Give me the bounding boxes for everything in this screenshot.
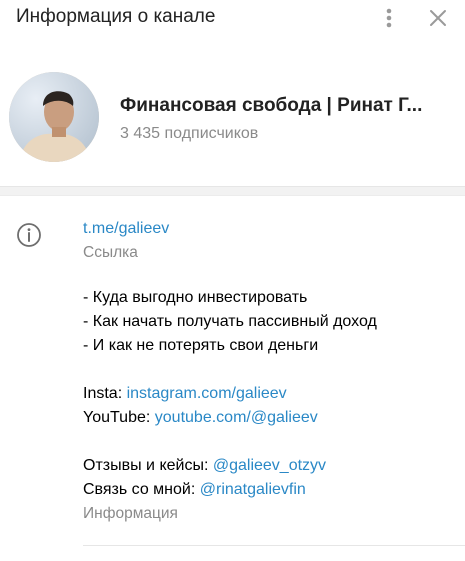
contact-row: Связь со мной: @rinatgalievfin <box>83 478 463 502</box>
instagram-row: Insta: instagram.com/galieev <box>83 382 463 406</box>
youtube-label: YouTube: <box>83 409 151 426</box>
reviews-row: Отзывы и кейсы: @galieev_otzyv <box>83 454 463 478</box>
more-vertical-icon <box>386 8 392 28</box>
channel-link[interactable]: t.me/galieev <box>83 217 463 241</box>
close-icon <box>430 10 446 26</box>
channel-info-section: t.me/galieev Ссылка - Куда выгодно инвес… <box>0 196 465 561</box>
info-caption: Информация <box>83 505 178 522</box>
subscriber-count: 3 435 подписчиков <box>120 125 259 142</box>
contact-label: Связь со мной: <box>83 481 196 498</box>
info-icon <box>17 223 41 247</box>
more-options-button[interactable] <box>375 4 403 32</box>
link-caption: Ссылка <box>83 244 138 261</box>
channel-profile: Финансовая свобода | Ринат Г... 3 435 по… <box>0 68 465 168</box>
channel-description: - Куда выгодно инвестировать - Как начат… <box>83 286 463 526</box>
bottom-divider <box>83 545 465 546</box>
avatar-photo <box>9 72 99 162</box>
reviews-label: Отзывы и кейсы: <box>83 457 209 474</box>
youtube-row: YouTube: youtube.com/@galieev <box>83 406 463 430</box>
description-line: - Куда выгодно инвестировать <box>83 289 308 306</box>
dialog-header: Информация о канале <box>0 0 465 40</box>
instagram-label: Insta: <box>83 385 123 402</box>
instagram-link[interactable]: instagram.com/galieev <box>127 385 287 402</box>
dialog-title: Информация о канале <box>16 6 216 27</box>
channel-avatar[interactable] <box>9 72 99 162</box>
channel-name: Финансовая свобода | Ринат Г... <box>120 95 423 116</box>
youtube-link[interactable]: youtube.com/@galieev <box>155 409 318 426</box>
reviews-link[interactable]: @galieev_otzyv <box>213 457 326 474</box>
description-line: - Как начать получать пассивный доход <box>83 313 377 330</box>
description-line: - И как не потерять свои деньги <box>83 337 319 354</box>
section-divider <box>0 186 465 196</box>
contact-link[interactable]: @rinatgalievfin <box>200 481 306 498</box>
close-button[interactable] <box>424 4 452 32</box>
